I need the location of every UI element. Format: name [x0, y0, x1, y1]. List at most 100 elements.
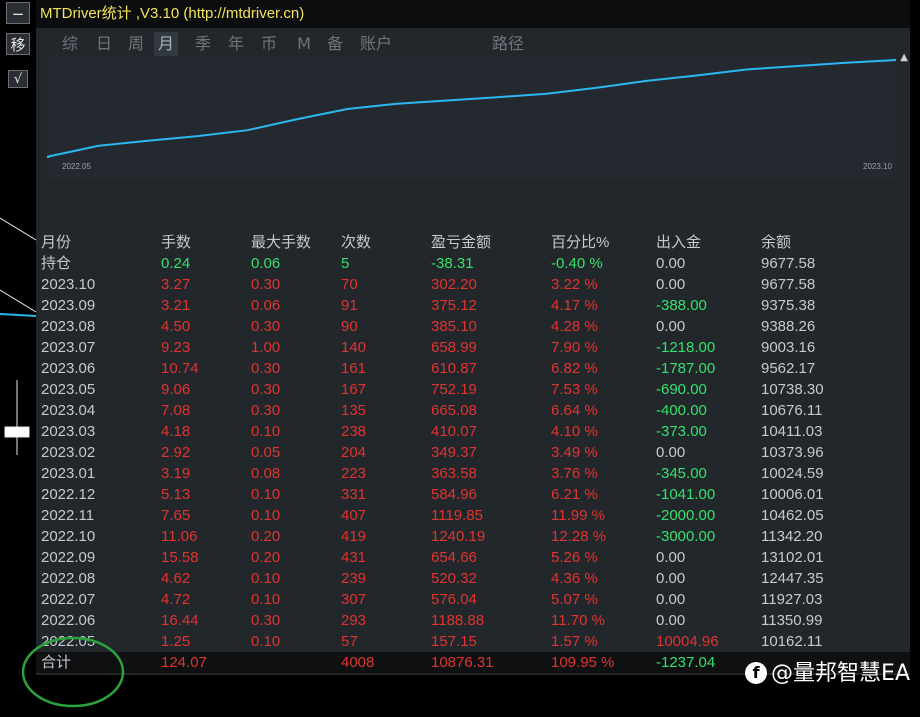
table-cell: 135: [341, 402, 367, 419]
table-cell: 2022.10: [41, 528, 96, 545]
table-cell: 307: [341, 591, 367, 608]
table-cell: 70: [341, 276, 358, 293]
table-cell: 3.22 %: [551, 276, 598, 293]
table-cell: 0.10: [251, 633, 281, 650]
table-cell: 238: [341, 423, 367, 440]
table-row: 2022.07 4.72 0.10 307 576.04 5.07 % 0.00 11927.…: [36, 589, 910, 610]
table-cell: 7.08: [161, 402, 191, 419]
menu-tab-8[interactable]: 备: [323, 32, 347, 56]
table-cell: 3.76 %: [551, 465, 598, 482]
statistics-panel: MTDriver统计 ,V3.10 (http://mtdriver.cn) 综…: [36, 0, 910, 675]
table-cell: 4.62: [161, 570, 191, 587]
table-cell: 最大手数: [251, 234, 312, 251]
table-cell: -400.00: [656, 402, 707, 419]
table-cell: 410.07: [431, 423, 477, 440]
platform-logo-icon: f: [745, 662, 768, 684]
scroll-up-arrow-icon[interactable]: ▲: [900, 52, 908, 63]
table-cell: 9.06: [161, 381, 191, 398]
table-cell: 419: [341, 528, 367, 545]
table-cell: 10676.11: [761, 402, 823, 419]
watermark: f @量邦智慧EA: [745, 655, 910, 687]
table-cell: 10162.11: [761, 633, 823, 650]
table-cell: 0.10: [251, 570, 281, 587]
table-cell: 0.10: [251, 591, 281, 608]
table-cell: -373.00: [656, 423, 707, 440]
menu-tab-9[interactable]: 账户: [358, 32, 394, 56]
menu-tab-6[interactable]: 币: [257, 32, 281, 56]
table-cell: 91: [341, 297, 358, 314]
table-cell: 385.10: [431, 318, 477, 335]
table-cell: 0.00: [656, 570, 686, 587]
host-chart-strip: − 移 √: [0, 0, 36, 717]
table-cell: -38.31: [431, 255, 474, 272]
table-cell: 302.20: [431, 276, 477, 293]
table-cell: 349.37: [431, 444, 477, 461]
table-cell: 10.74: [161, 360, 199, 377]
table-cell: 5.13: [161, 486, 191, 503]
x-axis-start-label: 2022.05: [62, 162, 91, 171]
table-cell: 0.00: [656, 549, 686, 566]
table-cell: 0.00: [656, 255, 686, 272]
table-cell: 0.08: [251, 465, 281, 482]
table-cell: 752.19: [431, 381, 477, 398]
table-row: 2022.05 1.25 0.10 57 157.15 1.57 % 10004.96 101…: [36, 631, 910, 652]
table-cell: 5.07 %: [551, 591, 598, 608]
table-cell: 出入金: [656, 234, 702, 251]
table-cell: 3.49 %: [551, 444, 598, 461]
table-cell: 109.95 %: [551, 654, 615, 671]
table-cell: 584.96: [431, 486, 477, 503]
table-cell: 1188.88: [431, 612, 485, 629]
table-cell: 9388.26: [761, 318, 816, 335]
table-cell: 167: [341, 381, 367, 398]
table-cell: 407: [341, 507, 367, 524]
table-cell: 0.05: [251, 444, 281, 461]
table-cell: 90: [341, 318, 358, 335]
menu-tab-4[interactable]: 季: [191, 32, 215, 56]
table-cell: 3.21: [161, 297, 191, 314]
menu-tab-1[interactable]: 日: [92, 32, 116, 56]
table-cell: 0.06: [251, 255, 281, 272]
table-row: 2022.12 5.13 0.10 331 584.96 6.21 % -1041.00 10…: [36, 484, 910, 505]
table-row: 2023.06 10.74 0.30 161 610.87 6.82 % -1787.00 9…: [36, 358, 910, 379]
table-cell: 239: [341, 570, 367, 587]
table-cell: -345.00: [656, 465, 707, 482]
table-cell: 2022.11: [41, 507, 95, 524]
table-cell: 2023.02: [41, 444, 96, 461]
table-cell: 10738.30: [761, 381, 824, 398]
table-cell: 331: [341, 486, 367, 503]
table-cell: 0.30: [251, 381, 281, 398]
table-cell: 10004.96: [656, 633, 719, 650]
table-cell: 7.53 %: [551, 381, 598, 398]
table-cell: 3.19: [161, 465, 191, 482]
table-cell: 4.36 %: [551, 570, 598, 587]
table-cell: -1041.00: [656, 486, 716, 503]
menu-tab-7[interactable]: M: [292, 32, 316, 56]
table-cell: 次数: [341, 234, 372, 251]
table-cell: 1240.19: [431, 528, 486, 545]
table-cell: 0.00: [656, 612, 686, 629]
period-menu: 综日周月季年币 M 备账户 路径: [36, 30, 910, 58]
table-cell: 5: [341, 255, 350, 272]
table-cell: 1.00: [251, 339, 281, 356]
table-cell: 12.28 %: [551, 528, 607, 545]
table-cell: 9677.58: [761, 276, 816, 293]
menu-tab-2[interactable]: 周: [124, 32, 148, 56]
table-cell: 2023.09: [41, 297, 96, 314]
table-cell: 7.65: [161, 507, 191, 524]
table-cell: 9677.58: [761, 255, 816, 272]
menu-tab-10[interactable]: 路径: [490, 32, 526, 56]
table-cell: -388.00: [656, 297, 707, 314]
menu-tab-3[interactable]: 月: [154, 32, 178, 56]
table-row: 2023.09 3.21 0.06 91 375.12 4.17 % -388.00 9375…: [36, 295, 910, 316]
table-cell: 4.17 %: [551, 297, 598, 314]
table-row: 2023.10 3.27 0.30 70 302.20 3.22 % 0.00 9677.58: [36, 274, 910, 295]
table-row: 2023.08 4.50 0.30 90 385.10 4.28 % 0.00 9388.26: [36, 316, 910, 337]
menu-tab-5[interactable]: 年: [224, 32, 248, 56]
table-cell: 0.30: [251, 360, 281, 377]
table-row: 2023.02 2.92 0.05 204 349.37 3.49 % 0.00 10373.…: [36, 442, 910, 463]
table-cell: 4.50: [161, 318, 191, 335]
menu-tab-0[interactable]: 综: [58, 32, 82, 56]
table-cell: 15.58: [161, 549, 199, 566]
table-cell: 363.58: [431, 465, 477, 482]
table-row: 2022.10 11.06 0.20 419 1240.19 12.28 % -3000.0…: [36, 526, 910, 547]
